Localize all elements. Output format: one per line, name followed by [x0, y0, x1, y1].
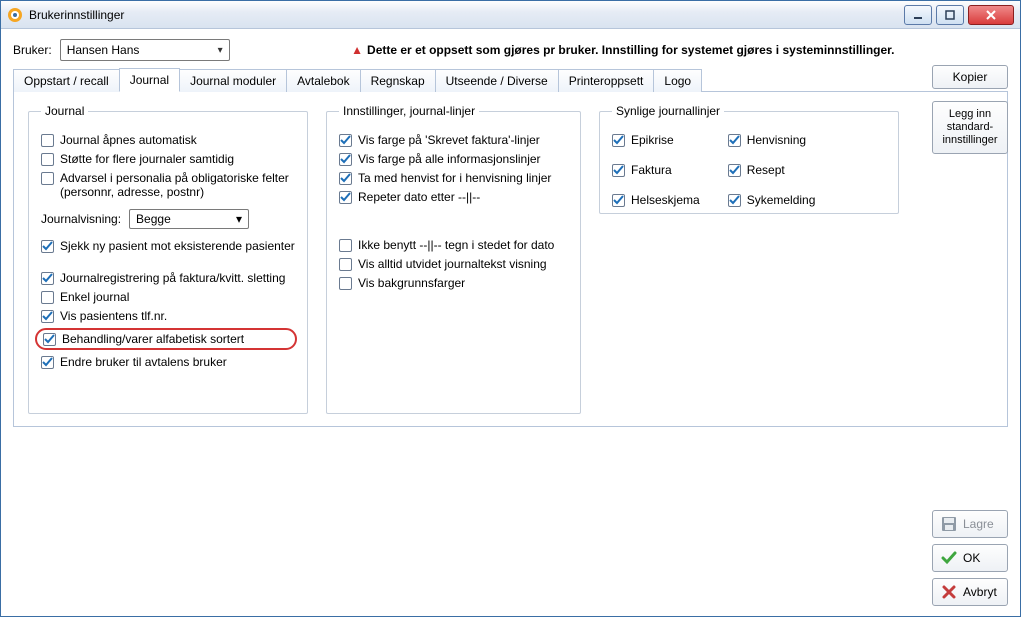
- check-multi[interactable]: Støtte for flere journaler samtidig: [41, 152, 295, 166]
- check-resept[interactable]: Resept: [728, 163, 816, 177]
- tab-utseende[interactable]: Utseende / Diverse: [435, 69, 559, 92]
- tab-printer[interactable]: Printeroppsett: [558, 69, 655, 92]
- side-buttons-col: Legg inn standard-innstillinger: [932, 101, 1008, 154]
- check-enkel[interactable]: Enkel journal: [41, 290, 295, 304]
- lagre-button[interactable]: Lagre: [932, 510, 1008, 538]
- check-alfabetisk[interactable]: Behandling/varer alfabetisk sortert: [35, 328, 297, 350]
- check-faktura[interactable]: Faktura: [612, 163, 700, 177]
- tab-journal-moduler[interactable]: Journal moduler: [179, 69, 287, 92]
- group-innstillinger-legend: Innstillinger, journal-linjer: [339, 104, 479, 118]
- check-helseskjema[interactable]: Helseskjema: [612, 193, 700, 207]
- window-frame: Brukerinnstillinger Bruker: Hansen Hans …: [0, 0, 1021, 617]
- check-sykemelding[interactable]: Sykemelding: [728, 193, 816, 207]
- checkbox-icon: [41, 356, 54, 369]
- user-select[interactable]: Hansen Hans ▾: [60, 39, 230, 61]
- checkbox-icon: [339, 191, 352, 204]
- group-synlige-legend: Synlige journallinjer: [612, 104, 724, 118]
- kopier-button[interactable]: Kopier: [932, 65, 1008, 89]
- avbryt-button[interactable]: Avbryt: [932, 578, 1008, 606]
- check-advarsel[interactable]: Advarsel i personalia på obligatoriske f…: [41, 171, 295, 199]
- warning-text: ▲Dette er et oppsett som gjøres pr bruke…: [238, 43, 1008, 57]
- group-journal-legend: Journal: [41, 104, 88, 118]
- checkbox-icon: [43, 333, 56, 346]
- check-epikrise[interactable]: Epikrise: [612, 133, 700, 147]
- user-select-value: Hansen Hans: [67, 43, 140, 57]
- check-ikke-benytt[interactable]: Ikke benytt --||-- tegn i stedet for dat…: [339, 238, 568, 252]
- checkbox-icon: [728, 164, 741, 177]
- tab-panel: Journal Journal åpnes automatisk Støtte …: [13, 92, 1008, 427]
- tab-regnskap[interactable]: Regnskap: [360, 69, 436, 92]
- group-innstillinger: Innstillinger, journal-linjer Vis farge …: [326, 104, 581, 414]
- check-sjekk[interactable]: Sjekk ny pasient mot eksisterende pasien…: [41, 239, 295, 253]
- chevron-down-icon: ▾: [236, 212, 242, 226]
- check-tlf[interactable]: Vis pasientens tlf.nr.: [41, 309, 295, 323]
- check-icon: [941, 550, 957, 566]
- check-farge-faktura[interactable]: Vis farge på 'Skrevet faktura'-linjer: [339, 133, 568, 147]
- checkbox-icon: [612, 194, 625, 207]
- check-henvisning[interactable]: Henvisning: [728, 133, 816, 147]
- check-farge-info[interactable]: Vis farge på alle informasjonslinjer: [339, 152, 568, 166]
- tab-logo[interactable]: Logo: [653, 69, 702, 92]
- checkbox-icon: [41, 291, 54, 304]
- check-henvist[interactable]: Ta med henvist for i henvisning linjer: [339, 171, 568, 185]
- checkbox-icon: [41, 153, 54, 166]
- check-reg[interactable]: Journalregistrering på faktura/kvitt. sl…: [41, 271, 295, 285]
- journalvisning-label: Journalvisning:: [41, 212, 121, 226]
- check-bakgrunn[interactable]: Vis bakgrunnsfarger: [339, 276, 568, 290]
- checkbox-icon: [41, 134, 54, 147]
- check-auto-open[interactable]: Journal åpnes automatisk: [41, 133, 295, 147]
- tabbar: Oppstart / recall Journal Journal module…: [13, 67, 1008, 92]
- tab-avtalebok[interactable]: Avtalebok: [286, 69, 360, 92]
- content-area: Bruker: Hansen Hans ▾ ▲Dette er et oppse…: [1, 29, 1020, 616]
- ok-button[interactable]: OK: [932, 544, 1008, 572]
- titlebar: Brukerinnstillinger: [1, 1, 1020, 29]
- legginn-button[interactable]: Legg inn standard-innstillinger: [932, 101, 1008, 154]
- footer-buttons: Lagre OK Avbryt: [932, 510, 1008, 606]
- chevron-down-icon: ▾: [218, 45, 223, 56]
- close-button[interactable]: [968, 5, 1014, 25]
- top-row: Bruker: Hansen Hans ▾ ▲Dette er et oppse…: [13, 39, 1008, 61]
- group-journal: Journal Journal åpnes automatisk Støtte …: [28, 104, 308, 414]
- user-label: Bruker:: [13, 43, 52, 57]
- checkbox-icon: [41, 172, 54, 185]
- group-synlige: Synlige journallinjer Epikrise Faktura: [599, 104, 899, 214]
- minimize-button[interactable]: [904, 5, 932, 25]
- checkbox-icon: [41, 310, 54, 323]
- checkbox-icon: [612, 164, 625, 177]
- checkbox-icon: [41, 240, 54, 253]
- save-icon: [941, 516, 957, 532]
- checkbox-icon: [339, 172, 352, 185]
- checkbox-icon: [612, 134, 625, 147]
- checkbox-icon: [339, 134, 352, 147]
- checkbox-icon: [728, 134, 741, 147]
- tab-oppstart[interactable]: Oppstart / recall: [13, 69, 120, 92]
- check-utvidet[interactable]: Vis alltid utvidet journaltekst visning: [339, 257, 568, 271]
- journalvisning-row: Journalvisning: Begge ▾: [41, 209, 295, 229]
- window-title: Brukerinnstillinger: [29, 8, 900, 22]
- maximize-button[interactable]: [936, 5, 964, 25]
- warning-icon: ▲: [351, 43, 363, 57]
- checkbox-icon: [339, 277, 352, 290]
- tab-journal[interactable]: Journal: [119, 68, 180, 92]
- checkbox-icon: [41, 272, 54, 285]
- check-repeter[interactable]: Repeter dato etter --||--: [339, 190, 568, 204]
- check-endre[interactable]: Endre bruker til avtalens bruker: [41, 355, 295, 369]
- checkbox-icon: [339, 258, 352, 271]
- cancel-icon: [941, 584, 957, 600]
- journalvisning-select[interactable]: Begge ▾: [129, 209, 249, 229]
- checkbox-icon: [339, 239, 352, 252]
- checkbox-icon: [339, 153, 352, 166]
- app-icon: [7, 7, 23, 23]
- checkbox-icon: [728, 194, 741, 207]
